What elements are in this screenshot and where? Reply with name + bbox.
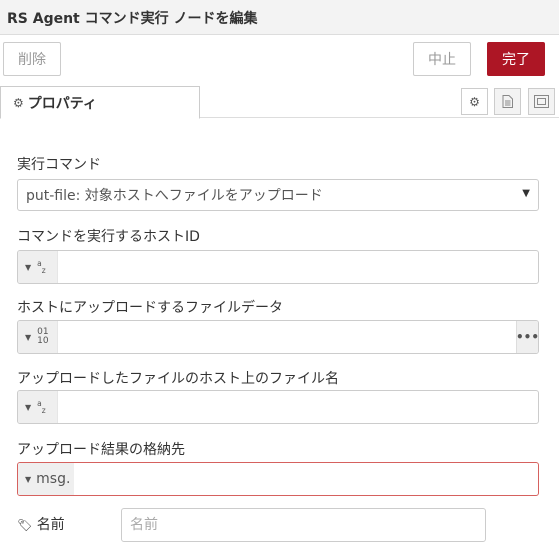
msg-type-label: msg.	[36, 471, 71, 487]
tab-description[interactable]	[494, 88, 521, 115]
tray-header: RS Agent コマンド実行 ノードを編集	[0, 0, 559, 35]
tab-properties-label: プロパティ	[27, 95, 97, 112]
string-type-selector[interactable]: ▼ az	[18, 251, 58, 283]
string-type-icon: az	[37, 258, 46, 275]
gear-icon: ⚙	[13, 95, 24, 110]
host-id-input[interactable]: ▼ az	[17, 250, 539, 284]
command-select-value: put-file: 対象ホストへファイルをアップロード	[26, 188, 323, 204]
caret-down-icon: ▼	[25, 332, 32, 342]
file-data-input[interactable]: ▼ 01 10 •••	[17, 320, 539, 354]
tab-settings[interactable]: ⚙	[461, 88, 488, 115]
done-button[interactable]: 完了	[487, 42, 545, 76]
caret-down-icon: ▼	[25, 262, 32, 272]
tab-appearance[interactable]	[528, 88, 555, 115]
expand-editor-button[interactable]: •••	[516, 321, 538, 353]
gear-icon: ⚙	[469, 94, 480, 109]
cancel-button[interactable]: 中止	[413, 42, 471, 76]
binary-type-selector[interactable]: ▼ 01 10	[18, 321, 58, 353]
host-id-label: コマンドを実行するホストID	[17, 229, 200, 245]
caret-down-icon: ▼	[25, 474, 32, 484]
result-dest-label: アップロード結果の格納先	[17, 442, 185, 458]
tag-icon: 🏷	[17, 518, 33, 532]
tab-properties[interactable]: ⚙ プロパティ	[0, 86, 200, 119]
string-type-icon: az	[37, 398, 46, 415]
caret-down-icon: ▼	[25, 402, 32, 412]
msg-type-selector[interactable]: ▼ msg.	[18, 463, 74, 495]
binary-type-icon: 01 10	[37, 327, 49, 346]
file-name-label: アップロードしたファイルのホスト上のファイル名	[17, 371, 339, 387]
file-data-label: ホストにアップロードするファイルデータ	[17, 300, 283, 316]
tray-title: RS Agent コマンド実行 ノードを編集	[7, 11, 258, 27]
result-dest-input[interactable]: ▼ msg.	[17, 462, 539, 496]
name-label-text: 名前	[36, 517, 65, 533]
name-input[interactable]	[121, 508, 486, 542]
delete-button[interactable]: 削除	[3, 42, 61, 76]
name-label: 🏷 名前	[17, 514, 65, 534]
string-type-selector[interactable]: ▼ az	[18, 391, 58, 423]
document-icon	[502, 95, 513, 108]
frame-icon	[534, 95, 549, 108]
chevron-down-icon: ▼	[522, 188, 530, 199]
file-name-input[interactable]: ▼ az	[17, 390, 539, 424]
command-select[interactable]: put-file: 対象ホストへファイルをアップロード ▼	[17, 179, 539, 211]
command-label: 実行コマンド	[17, 157, 101, 173]
